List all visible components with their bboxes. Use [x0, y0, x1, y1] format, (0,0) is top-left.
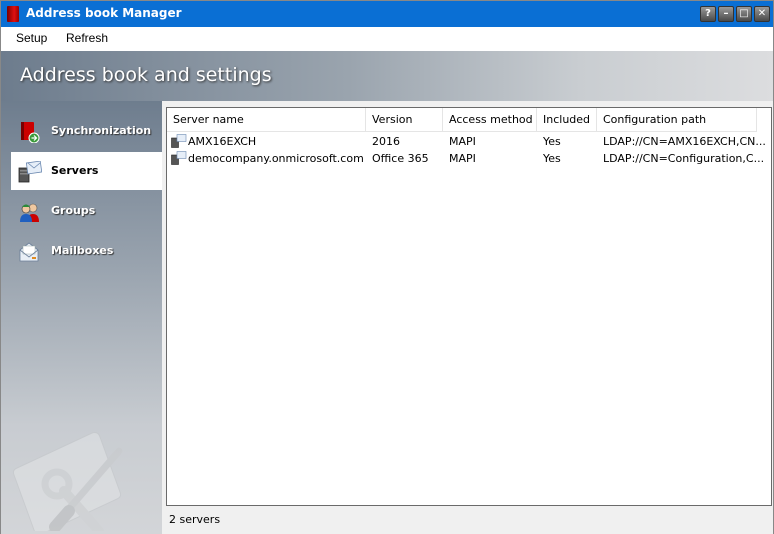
table-header: Server name Version Access method Includ…	[167, 108, 757, 132]
close-button[interactable]: ✕	[754, 6, 770, 22]
sidebar-item-label: Groups	[51, 204, 96, 217]
menu-bar: Setup Refresh	[1, 27, 773, 51]
table-row[interactable]: AMX16EXCH 2016 MAPI Yes LDAP://CN=AMX16E…	[167, 133, 767, 150]
sidebar-item-servers[interactable]: Servers	[11, 152, 162, 190]
sidebar-item-label: Synchronization	[51, 124, 152, 137]
servers-icon	[18, 160, 43, 183]
cell-included: Yes	[543, 135, 561, 148]
sidebar-item-label: Servers	[51, 164, 99, 177]
cell-server-name: AMX16EXCH	[188, 135, 257, 148]
help-button[interactable]: ?	[700, 6, 716, 22]
column-header-server-name[interactable]: Server name	[167, 108, 366, 132]
title-bar[interactable]: Address book Manager ? – □ ✕	[1, 1, 773, 27]
column-header-included[interactable]: Included	[537, 108, 597, 132]
menu-setup[interactable]: Setup	[16, 31, 47, 45]
tools-watermark-icon	[9, 406, 129, 534]
cell-access-method: MAPI	[449, 135, 476, 148]
server-icon	[171, 151, 187, 165]
window-title: Address book Manager	[26, 6, 182, 20]
mailboxes-icon	[18, 241, 40, 263]
main-content: Server name Version Access method Includ…	[162, 101, 773, 534]
column-header-version[interactable]: Version	[366, 108, 443, 132]
sidebar: Synchronization Servers Groups Mailboxes	[1, 101, 162, 534]
cell-configuration-path: LDAP://CN=AMX16EXCH,CN...	[603, 135, 766, 148]
table-row[interactable]: democompany.onmicrosoft.com Office 365 M…	[167, 150, 767, 167]
sidebar-item-mailboxes[interactable]: Mailboxes	[11, 232, 162, 270]
page-title: Address book and settings	[20, 64, 272, 86]
servers-list-view[interactable]: Server name Version Access method Includ…	[166, 107, 772, 506]
cell-version: 2016	[372, 135, 400, 148]
synchronization-icon	[18, 121, 40, 144]
page-header: Address book and settings	[1, 51, 773, 101]
sidebar-item-synchronization[interactable]: Synchronization	[11, 112, 162, 150]
cell-access-method: MAPI	[449, 152, 476, 165]
column-header-access-method[interactable]: Access method	[443, 108, 537, 132]
address-book-icon	[7, 6, 19, 22]
groups-icon	[18, 201, 40, 223]
menu-refresh[interactable]: Refresh	[66, 31, 108, 45]
cell-server-name: democompany.onmicrosoft.com	[188, 152, 364, 165]
sidebar-item-label: Mailboxes	[51, 244, 114, 257]
cell-configuration-path: LDAP://CN=Configuration,C...	[603, 152, 765, 165]
cell-version: Office 365	[372, 152, 429, 165]
minimize-button[interactable]: –	[718, 6, 734, 22]
sidebar-item-groups[interactable]: Groups	[11, 192, 162, 230]
server-icon	[171, 134, 187, 148]
status-text: 2 servers	[169, 513, 221, 526]
app-window: Address book Manager ? – □ ✕ Setup Refre…	[0, 0, 774, 534]
cell-included: Yes	[543, 152, 561, 165]
maximize-button[interactable]: □	[736, 6, 752, 22]
column-header-configuration-path[interactable]: Configuration path	[597, 108, 757, 132]
